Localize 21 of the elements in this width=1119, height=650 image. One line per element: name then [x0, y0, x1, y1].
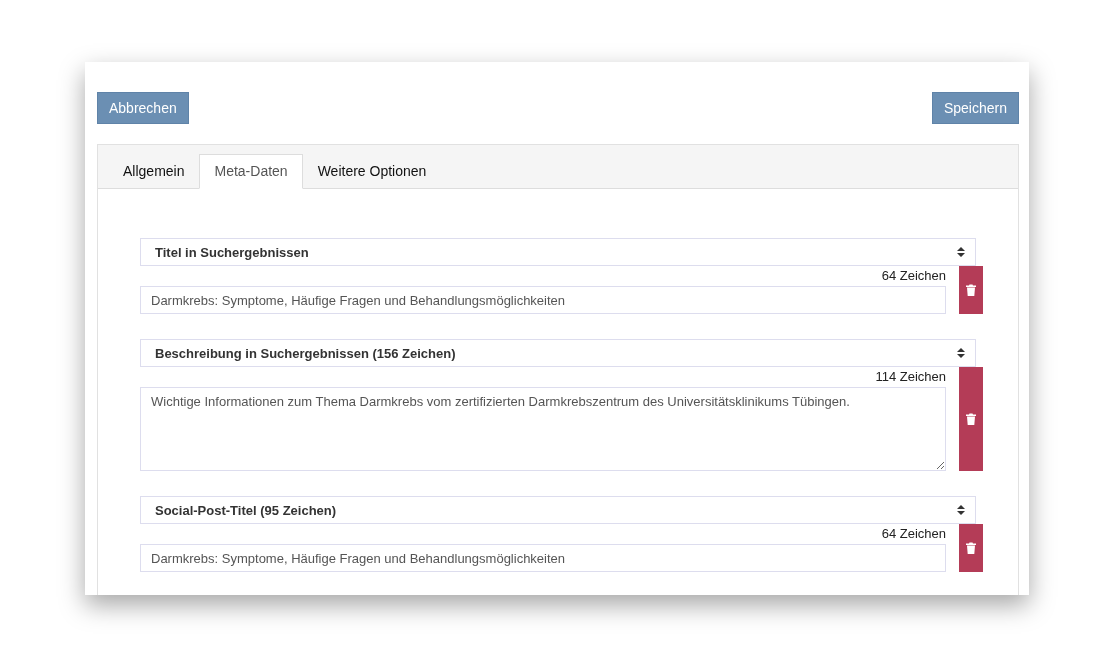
character-count: 64 Zeichen — [880, 525, 946, 543]
tab[interactable]: Meta-Daten — [199, 154, 303, 189]
character-count: 64 Zeichen — [880, 267, 946, 285]
select-field[interactable]: Social-Post-Titel (95 Zeichen) — [140, 496, 976, 524]
text-input[interactable]: Darmkrebs: Symptome, Häufige Fragen und Behandlungsmöglichkeiten — [140, 286, 946, 314]
tab[interactable]: Allgemein — [108, 154, 200, 189]
delete-button[interactable] — [959, 524, 983, 572]
select-field[interactable]: Beschreibung in Suchergebnissen (156 Zeichen) — [140, 339, 976, 367]
trash-icon — [966, 542, 976, 554]
delete-button[interactable] — [959, 367, 983, 471]
tab[interactable]: Weitere Optionen — [302, 154, 442, 189]
select-field[interactable]: Titel in Suchergebnissen — [140, 238, 976, 266]
text-area[interactable]: Wichtige Informationen zum Thema Darmkrebs vom zertifizierten Darmkrebszentrum des Universitätsklinikums Tübingen. — [140, 387, 946, 471]
trash-icon — [966, 413, 976, 425]
character-count: 114 Zeichen — [874, 368, 946, 386]
delete-button[interactable] — [959, 266, 983, 314]
text-input[interactable]: Darmkrebs: Symptome, Häufige Fragen und Behandlungsmöglichkeiten — [140, 544, 946, 572]
trash-icon — [966, 284, 976, 296]
sort-icon — [957, 247, 965, 257]
sort-icon — [957, 348, 965, 358]
sort-icon — [957, 505, 965, 515]
